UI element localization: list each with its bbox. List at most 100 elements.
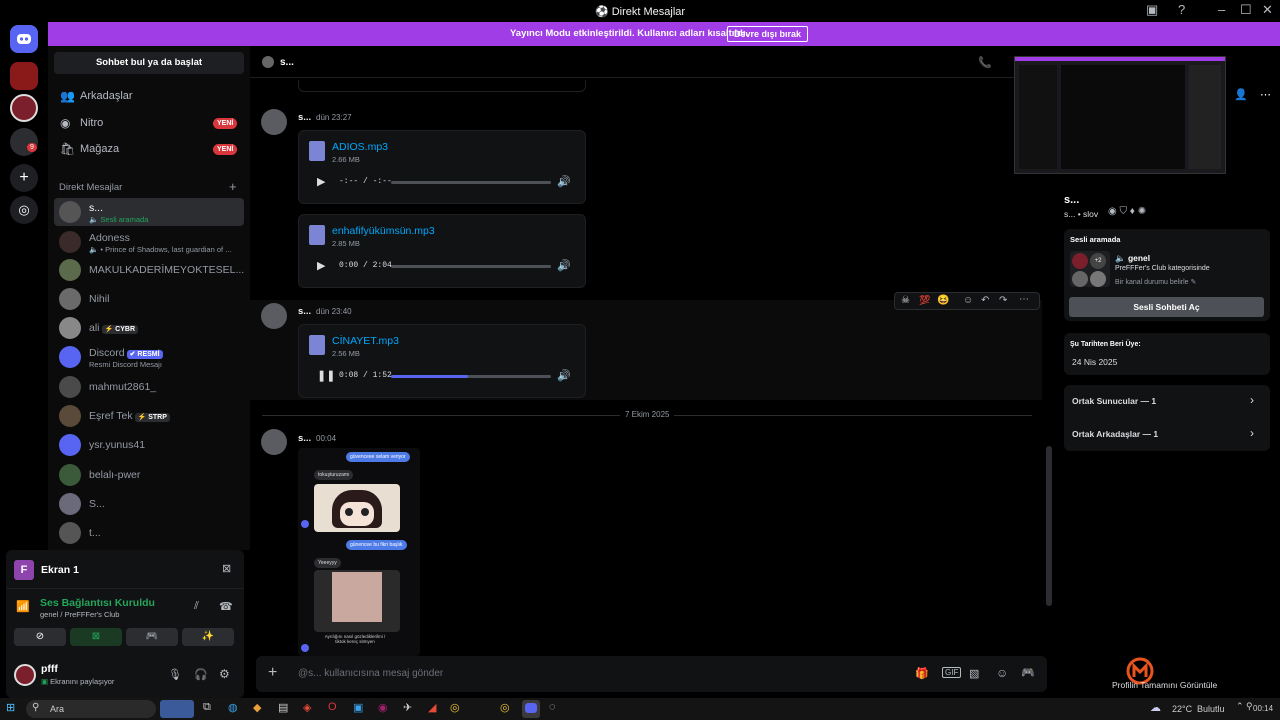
audio-progress[interactable] [391,181,551,184]
more-options-icon[interactable]: ⋯ [1019,294,1029,305]
pause-icon[interactable]: ❚❚ [317,369,335,382]
dm-item[interactable]: ali ⚡ CYBR [54,314,244,342]
message-avatar[interactable] [261,109,287,135]
dm-item[interactable]: Adoness 🔈 • Prince of Shadows, last guar… [54,228,244,256]
forward-icon[interactable]: ↷ [999,295,1007,306]
reply-icon[interactable]: ↶ [981,295,989,306]
discord-home-icon[interactable] [10,25,38,53]
audio-progress[interactable] [391,375,551,378]
headphones-icon[interactable]: 🎧 [194,668,208,681]
inbox-icon[interactable]: ▣ [1146,2,1158,18]
reaction-smile-icon[interactable]: 😆 [937,295,949,306]
image-attachment[interactable]: güvenceee selam veriyor tokuşturuzamı gü… [298,448,420,656]
add-reaction-icon[interactable]: ☺ [963,295,973,306]
task-view-icon[interactable]: ⧉ [203,701,211,714]
widget-icon[interactable] [160,700,194,718]
message-input[interactable]: @s... kullanıcısına mesaj gönder [298,668,443,679]
screen-share-button[interactable]: ⊠ [70,628,122,646]
app-icon[interactable]: ◉ [378,701,388,714]
app-icon[interactable]: ◢ [428,701,436,714]
message-author[interactable]: s... [298,112,311,123]
sticker-icon[interactable]: ▧ [969,667,979,680]
chevron-right-icon[interactable]: › [1250,426,1254,440]
settings-gear-icon[interactable]: ⚙ [219,667,230,681]
dm-item[interactable]: Discord ✔ RESMİ Resmi Discord Mesajı [54,343,244,371]
create-dm-icon[interactable]: + [229,179,237,194]
weather-temp[interactable]: 22°C [1172,704,1192,714]
play-icon[interactable]: ▶ [317,259,325,272]
view-full-profile-link[interactable]: Profilin Tamamını Görüntüle [1112,680,1217,690]
channel-status-hint[interactable]: Bir kanal durumu belirle ✎ [1115,278,1196,286]
chrome-icon[interactable]: ◎ [450,701,460,714]
chat-header-name[interactable]: s... [280,57,294,68]
app-icon[interactable]: ◈ [303,701,311,714]
open-voice-chat-button[interactable]: Sesli Sohbeti Aç [1069,297,1264,317]
taskbar-search[interactable]: ⚲ Ara [26,700,156,718]
server-icon-red[interactable] [10,62,38,90]
voice-channel-name[interactable]: 🔈 genel [1115,253,1150,264]
server-icon-club[interactable] [10,94,38,122]
microphone-icon[interactable]: 🎙 [168,668,182,681]
soundboard-button[interactable]: ✨ [182,628,234,646]
add-friend-icon[interactable]: 👤 [1234,88,1248,101]
close-window-button[interactable]: ✕ [1262,2,1273,18]
windows-start-icon[interactable]: ⊞ [6,701,15,714]
mutual-servers[interactable]: Ortak Sunucular — 1 [1072,396,1156,406]
play-icon[interactable]: ▶ [317,175,325,188]
stream-preview[interactable] [1014,56,1226,174]
minimize-button[interactable]: – [1218,2,1225,17]
add-server-icon[interactable]: + [10,164,38,192]
dm-item[interactable]: belalı-pwer [54,461,244,489]
dm-item[interactable]: t... [54,519,244,547]
dm-item[interactable]: S... [54,490,244,518]
discover-icon[interactable]: ◎ [10,196,38,224]
discord-taskbar-icon[interactable] [522,700,540,718]
voice-call-icon[interactable]: 📞 [978,56,992,69]
nav-friends[interactable]: 👥 Arkadaşlar [54,84,244,110]
app-icon[interactable]: ▤ [278,701,288,714]
emoji-icon[interactable]: ☺ [996,666,1008,680]
maximize-button[interactable]: ☐ [1240,2,1252,18]
disable-streamer-mode-button[interactable]: Devre dışı bırak [727,26,809,42]
noise-suppression-icon[interactable]: ⫽ [194,600,199,613]
message-avatar[interactable] [261,429,287,455]
dm-item[interactable]: ysr.yunus41 [54,431,244,459]
activity-button[interactable]: 🎮 [126,628,178,646]
edge-icon[interactable]: ◍ [228,701,238,714]
chevron-right-icon[interactable]: › [1250,393,1254,407]
dm-item[interactable]: s... 🔈 Sesli aramada [54,198,244,226]
stop-stream-icon[interactable]: ⊠ [222,562,231,575]
tray-icons[interactable]: ⌃ ⚲ [1236,701,1253,712]
gif-icon[interactable]: GIF [942,667,962,678]
profile-more-icon[interactable]: ⋯ [1260,88,1271,101]
app-icon[interactable]: ▣ [353,701,363,714]
voice-status[interactable]: Ses Bağlantısı Kuruldu [40,597,155,609]
dm-item[interactable]: Nihil [54,285,244,313]
nav-nitro[interactable]: ◉ Nitro YENİ [54,111,244,137]
reaction-skull-icon[interactable]: ☠ [901,295,910,306]
audio-progress[interactable] [391,265,551,268]
app-icon[interactable]: ✈ [403,701,412,714]
clock[interactable]: 00:14 [1253,704,1273,713]
opera-icon[interactable]: O [328,701,337,713]
attachment-name[interactable]: enhafifyükümsün.mp3 [332,225,435,237]
chrome-icon[interactable]: ◎ [500,701,510,714]
add-attachment-icon[interactable]: + [268,664,277,682]
volume-icon[interactable]: 🔊 [557,369,571,382]
dm-item[interactable]: MAKULKADERİMEYOKTESEL... [54,256,244,284]
gift-icon[interactable]: 🎁 [915,667,929,680]
mutual-friends[interactable]: Ortak Arkadaşlar — 1 [1072,429,1158,439]
attachment-name[interactable]: ADIOS.mp3 [332,141,388,153]
app-icon[interactable]: ◌ [549,701,556,713]
voice-channel[interactable]: genel / PreFFFer's Club [40,610,119,619]
server-folder-icon[interactable]: 9 [10,128,38,156]
user-avatar[interactable] [14,664,36,686]
message-author[interactable]: s... [298,306,311,317]
reaction-100-icon[interactable]: 💯 [919,295,930,306]
message-avatar[interactable] [261,303,287,329]
apps-icon[interactable]: 🎮 [1021,666,1035,679]
nav-shop[interactable]: 🛍 Mağaza YENİ [54,137,244,163]
camera-off-button[interactable]: ⊘ [14,628,66,646]
volume-icon[interactable]: 🔊 [557,175,571,188]
help-icon[interactable]: ? [1178,2,1185,17]
